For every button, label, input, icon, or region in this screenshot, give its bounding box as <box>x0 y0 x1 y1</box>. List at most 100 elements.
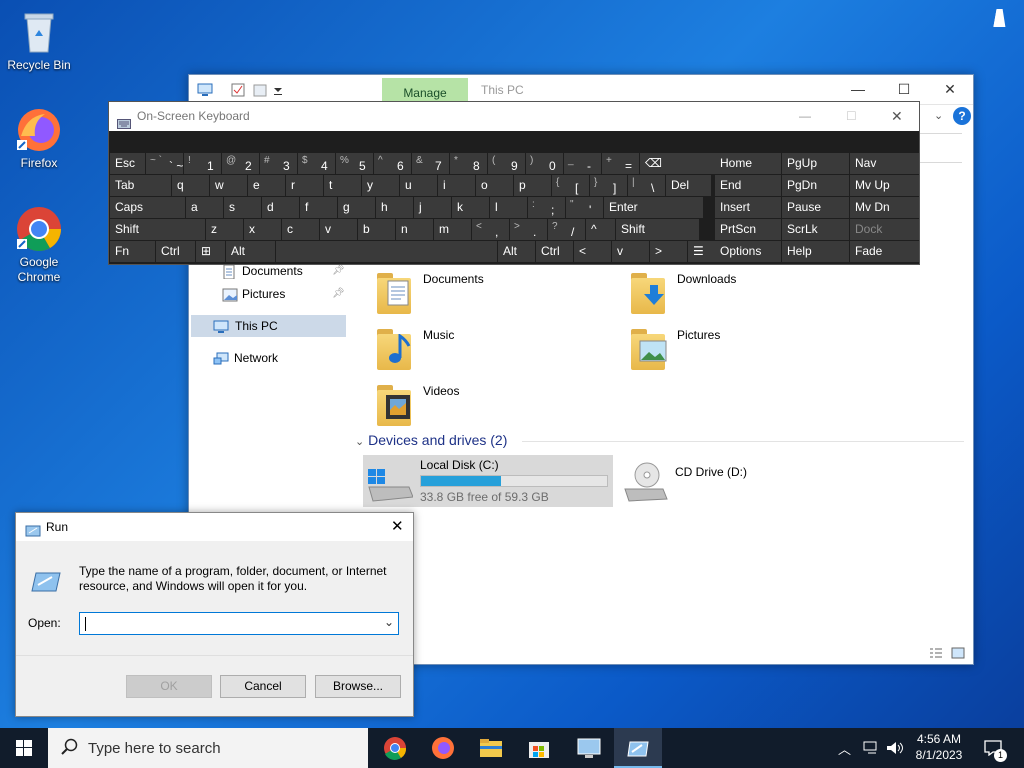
osk-key[interactable]: Enter <box>604 197 703 218</box>
folder-music[interactable]: Music <box>375 326 625 376</box>
cancel-button[interactable]: Cancel <box>220 675 306 698</box>
volume-tray-icon[interactable] <box>886 728 906 768</box>
osk-key[interactable]: q <box>172 175 209 196</box>
osk-key[interactable]: Ctrl <box>536 241 573 262</box>
osk-key[interactable]: Caps <box>110 197 185 218</box>
on-screen-keyboard-window[interactable]: On-Screen Keyboard — ☐ ✕ Esc ~ ` ` ~! 1 @2 #3… <box>108 101 920 265</box>
help-icon[interactable]: ? <box>953 107 971 125</box>
osk-nav-key[interactable]: End <box>715 175 781 196</box>
osk-key[interactable]: z <box>206 219 243 240</box>
osk-nav-key[interactable]: Help <box>782 241 849 262</box>
taskbar-store[interactable] <box>515 728 563 768</box>
osk-nav-key[interactable]: PgDn <box>782 175 849 196</box>
drive-local-disk-c[interactable]: Local Disk (C:) 33.8 GB free of 59.3 GB <box>363 455 613 507</box>
start-button[interactable] <box>0 728 48 768</box>
nav-item-pictures[interactable]: Pictures 📌︎ <box>189 283 345 305</box>
osk-key[interactable]: > <box>650 241 687 262</box>
folder-videos[interactable]: Videos <box>375 382 625 432</box>
osk-key[interactable]: ⌫ <box>640 153 721 174</box>
osk-key[interactable]: u <box>400 175 437 196</box>
osk-key[interactable]: Esc <box>110 153 145 174</box>
osk-key[interactable]: i <box>438 175 475 196</box>
osk-key[interactable]: Tab <box>110 175 171 196</box>
nav-item-network[interactable]: Network <box>189 347 345 369</box>
osk-key[interactable] <box>276 241 497 262</box>
folder-downloads[interactable]: Downloads <box>629 270 879 320</box>
desktop-icon-chrome[interactable]: Google Chrome <box>1 205 77 285</box>
osk-nav-key[interactable]: Home <box>715 153 781 174</box>
osk-key[interactable]: ^ <box>586 219 615 240</box>
desktop-icon-firefox[interactable]: Firefox <box>1 106 77 170</box>
quick-access-dropdown-icon[interactable] <box>273 83 287 97</box>
osk-key[interactable]: }] <box>590 175 627 196</box>
osk-key[interactable]: m <box>434 219 471 240</box>
osk-key[interactable]: % 5 <box>336 153 373 174</box>
osk-key[interactable]: Alt <box>226 241 275 262</box>
taskbar-chrome[interactable] <box>371 728 419 768</box>
osk-key[interactable]: {[ <box>552 175 589 196</box>
drive-cd-d[interactable]: CD Drive (D:) <box>619 455 819 507</box>
osk-key[interactable]: & 7 <box>412 153 449 174</box>
osk-nav-key[interactable]: Dock <box>850 219 919 240</box>
devices-group-header[interactable]: ⌄ Devices and drives (2) <box>355 432 507 448</box>
ok-button[interactable]: OK <box>126 675 212 698</box>
osk-nav-key[interactable]: PrtScn <box>715 219 781 240</box>
browse-button[interactable]: Browse... <box>315 675 401 698</box>
osk-maximize-button[interactable]: ☐ <box>846 102 857 131</box>
osk-key[interactable]: x <box>244 219 281 240</box>
osk-key[interactable]: Alt <box>498 241 535 262</box>
osk-key[interactable]: " ' <box>566 197 603 218</box>
osk-nav-key[interactable]: Mv Up <box>850 175 919 196</box>
osk-key[interactable]: ! 1 <box>184 153 221 174</box>
clock[interactable]: 4:56 AM 8/1/2023 <box>912 728 966 768</box>
osk-key[interactable]: ~ ` ` ~ <box>146 153 183 174</box>
osk-nav-key[interactable]: Mv Dn <box>850 197 919 218</box>
osk-key[interactable]: + = <box>602 153 639 174</box>
folder-pictures[interactable]: Pictures <box>629 326 879 376</box>
osk-nav-key[interactable]: Fade <box>850 241 919 262</box>
chevron-down-icon[interactable]: ⌄ <box>384 615 394 629</box>
new-folder-icon[interactable] <box>253 83 267 97</box>
osk-key[interactable]: Fn <box>110 241 155 262</box>
folder-documents[interactable]: Documents <box>375 270 625 320</box>
osk-key[interactable]: Ctrl <box>156 241 195 262</box>
osk-key[interactable]: y <box>362 175 399 196</box>
osk-nav-key[interactable]: Nav <box>850 153 919 174</box>
osk-key[interactable]: | \ <box>628 175 665 196</box>
osk-key[interactable]: < <box>574 241 611 262</box>
osk-nav-key[interactable]: Insert <box>715 197 781 218</box>
nav-item-this-pc[interactable]: This PC <box>191 315 346 337</box>
osk-key[interactable]: j <box>414 197 451 218</box>
osk-nav-key[interactable]: ScrLk <box>782 219 849 240</box>
search-box[interactable] <box>916 133 962 163</box>
properties-icon[interactable] <box>231 83 245 97</box>
osk-key[interactable]: Shift <box>616 219 699 240</box>
osk-key[interactable]: n <box>396 219 433 240</box>
osk-close-button[interactable]: ✕ <box>891 102 903 131</box>
osk-key[interactable]: ) 0 <box>526 153 563 174</box>
open-input[interactable]: ⌄ <box>79 612 399 635</box>
osk-key[interactable]: :; <box>528 197 565 218</box>
osk-nav-key[interactable]: Pause <box>782 197 849 218</box>
osk-key[interactable]: g <box>338 197 375 218</box>
osk-key[interactable]: a <box>186 197 223 218</box>
osk-key[interactable]: b <box>358 219 395 240</box>
osk-key[interactable]: k <box>452 197 489 218</box>
osk-key[interactable]: $4 <box>298 153 335 174</box>
osk-nav-key[interactable]: PgUp <box>782 153 849 174</box>
osk-key[interactable]: c <box>282 219 319 240</box>
osk-key[interactable]: d <box>262 197 299 218</box>
osk-key[interactable]: ^ 6 <box>374 153 411 174</box>
osk-key[interactable]: _ - <box>564 153 601 174</box>
osk-key[interactable]: ? / <box>548 219 585 240</box>
osk-key[interactable]: <, <box>472 219 509 240</box>
osk-key[interactable]: ⊞ <box>196 241 225 262</box>
show-hidden-icons-icon[interactable]: ︿ <box>838 728 856 768</box>
network-tray-icon[interactable] <box>862 728 882 768</box>
taskbar-remote-desktop[interactable] <box>565 728 613 768</box>
taskbar-run[interactable] <box>614 728 662 768</box>
osk-key[interactable]: v <box>612 241 649 262</box>
desktop-icon-recycle-bin[interactable]: Recycle Bin <box>1 8 77 72</box>
osk-key[interactable]: p <box>514 175 551 196</box>
ribbon-expand-icon[interactable]: ⌄ <box>934 109 943 122</box>
